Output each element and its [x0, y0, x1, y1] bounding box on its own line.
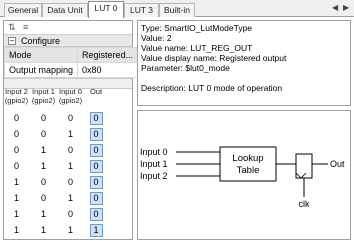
tab-label: LUT 3 — [130, 5, 153, 15]
output-cell[interactable]: 0 — [84, 127, 108, 141]
output-cell[interactable]: 0 — [84, 191, 108, 205]
tab-bar: General Data Unit LUT 0 LUT 3 Built-in ◀… — [0, 0, 354, 18]
block-label-2: Table — [237, 165, 260, 176]
input-value-cell: 1 — [67, 225, 73, 235]
input-value-cell: 0 — [13, 161, 19, 171]
info-type: Type: SmartIO_LutModeType — [141, 23, 253, 33]
input-value-cell: 1 — [13, 225, 19, 235]
tab-lut-0[interactable]: LUT 0 — [88, 1, 124, 18]
input-value-cell: 1 — [67, 129, 73, 139]
output-value-toggle[interactable]: 0 — [89, 191, 103, 205]
output-value-toggle[interactable]: 0 — [89, 159, 103, 173]
param-name: Output mapping — [3, 62, 79, 78]
output-value-toggle[interactable]: 0 — [89, 175, 103, 189]
input-0-label: Input 0 — [140, 147, 168, 157]
tab-label: Built-in — [164, 5, 190, 15]
tab-label: General — [7, 5, 39, 15]
truth-table-row: 1 0 0 0 — [3, 174, 133, 190]
output-label: Out — [330, 159, 345, 169]
input-value-cell: 0 — [67, 113, 73, 123]
header-input-1: Input 1 (gpio2) — [31, 87, 56, 105]
input-value-cell: 0 — [13, 129, 19, 139]
input-value-cell: 1 — [40, 145, 46, 155]
param-value[interactable]: 0x80 — [77, 62, 139, 78]
clock-label: clk — [299, 199, 310, 209]
config-table: Mode Registered... Output mapping 0x80 — [3, 47, 139, 78]
input-value-cell: 0 — [40, 193, 46, 203]
filter-icon[interactable]: ≡ — [23, 23, 32, 32]
input-value-cell: 0 — [67, 145, 73, 155]
truth-table-row: 0 1 1 0 — [3, 158, 133, 174]
truth-table-row: 0 0 1 0 — [3, 126, 133, 142]
info-panel: Type: SmartIO_LutModeType Value: 2 Value… — [137, 20, 351, 106]
input-value-cell: 1 — [13, 177, 19, 187]
tab-lut-3[interactable]: LUT 3 — [124, 3, 159, 17]
truth-table-row: 0 1 0 0 — [3, 142, 133, 158]
scroll-left-icon[interactable]: ◀ — [332, 3, 338, 12]
output-cell[interactable]: 0 — [84, 159, 108, 173]
register-block — [295, 153, 313, 179]
input-value-cell: 0 — [13, 145, 19, 155]
output-value-toggle[interactable]: 1 — [89, 223, 103, 237]
column-header-mode: Mode — [3, 47, 79, 63]
truth-table-row: 0 0 0 0 — [3, 110, 133, 126]
info-value-name: Value name: LUT_REG_OUT — [141, 43, 253, 53]
input-value-cell: 1 — [40, 225, 46, 235]
output-cell[interactable]: 0 — [84, 175, 108, 189]
output-value-toggle[interactable]: 0 — [89, 207, 103, 221]
header-input-0: Input 0 (gpio2) — [58, 87, 83, 105]
column-header-registered: Registered... — [77, 47, 139, 63]
input-value-cell: 0 — [67, 177, 73, 187]
output-cell[interactable]: 0 — [84, 143, 108, 157]
truth-table-row: 1 1 1 1 — [3, 222, 133, 238]
info-value-display: Value display name: Registered output — [141, 53, 287, 63]
input-value-cell: 1 — [67, 193, 73, 203]
info-parameter: Parameter: $lut0_mode — [141, 63, 230, 73]
output-cell[interactable]: 1 — [84, 223, 108, 237]
output-cell[interactable]: 0 — [84, 207, 108, 221]
header-input-2: Input 2 (gpio2) — [4, 87, 29, 105]
collapse-icon[interactable]: − — [8, 36, 16, 45]
tab-data-unit[interactable]: Data Unit — [42, 3, 88, 17]
input-value-cell: 1 — [13, 209, 19, 219]
input-value-cell: 0 — [40, 129, 46, 139]
info-value: Value: 2 — [141, 33, 172, 43]
output-value-toggle[interactable]: 0 — [89, 111, 103, 125]
input-value-cell: 0 — [40, 177, 46, 187]
input-value-cell: 1 — [13, 193, 19, 203]
truth-table: Input 2 (gpio2) Input 1 (gpio2) Input 0 … — [3, 87, 133, 238]
tab-label: LUT 0 — [94, 3, 118, 13]
truth-table-header: Input 2 (gpio2) Input 1 (gpio2) Input 0 … — [3, 87, 133, 110]
input-value-cell: 1 — [40, 161, 46, 171]
input-value-cell: 0 — [67, 209, 73, 219]
header-out: Out — [89, 87, 103, 96]
output-cell[interactable]: 0 — [84, 111, 108, 125]
input-2-label: Input 2 — [140, 171, 168, 181]
input-1-label: Input 1 — [140, 159, 168, 169]
input-value-cell: 1 — [40, 209, 46, 219]
config-toolbar: ⇅ ≡ — [4, 21, 132, 34]
table-row[interactable]: Output mapping 0x80 — [3, 62, 139, 78]
configure-section-header[interactable]: − Configure — [4, 34, 132, 47]
tab-label: Data Unit — [47, 5, 83, 15]
info-description: Description: LUT 0 mode of operation — [141, 83, 283, 93]
output-value-toggle[interactable]: 0 — [89, 143, 103, 157]
tab-general[interactable]: General — [4, 3, 42, 17]
input-value-cell: 0 — [40, 113, 46, 123]
tab-built-in[interactable]: Built-in — [159, 3, 195, 17]
input-value-cell: 1 — [67, 161, 73, 171]
scroll-right-icon[interactable]: ▶ — [343, 3, 349, 12]
truth-table-row: 1 0 1 0 — [3, 190, 133, 206]
lut-diagram-svg: Input 0 Input 1 Input 2 Lookup Table Out… — [140, 146, 345, 209]
truth-table-row: 1 1 0 0 — [3, 206, 133, 222]
section-label: Configure — [21, 35, 61, 46]
sort-icon[interactable]: ⇅ — [8, 23, 17, 32]
output-value-toggle[interactable]: 0 — [89, 127, 103, 141]
input-value-cell: 0 — [13, 113, 19, 123]
block-label-1: Lookup — [232, 153, 263, 164]
lut-diagram: Input 0 Input 1 Input 2 Lookup Table Out… — [137, 110, 351, 240]
